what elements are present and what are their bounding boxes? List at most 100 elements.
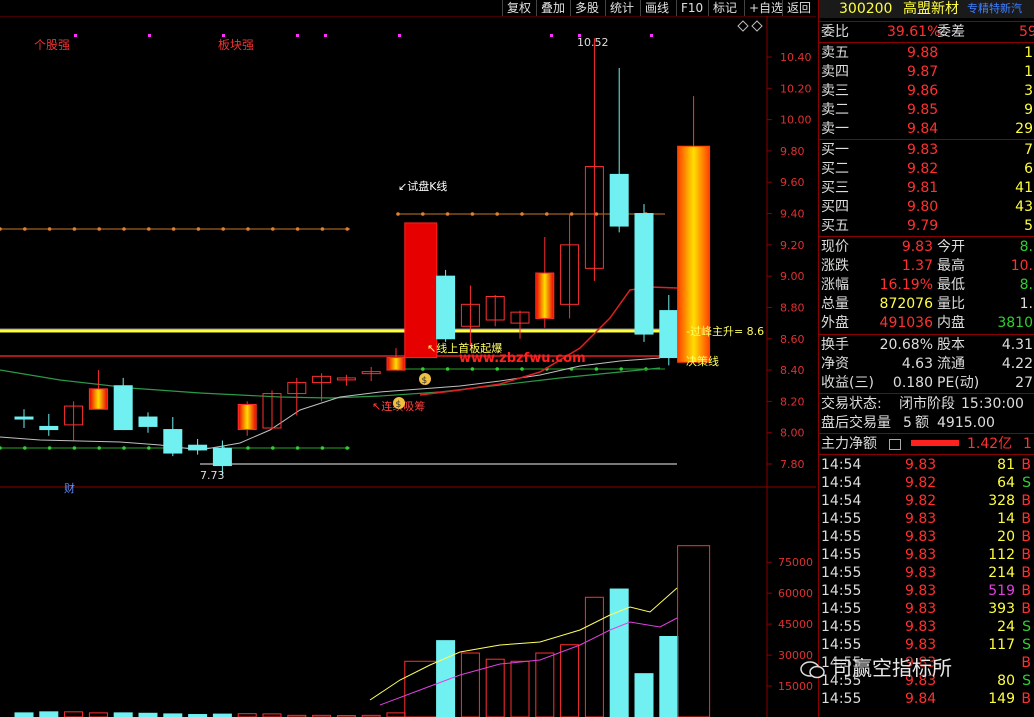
duogu-button[interactable]: 多股 (570, 0, 603, 16)
back-button[interactable]: 返回 (782, 0, 815, 16)
strength-dot (74, 34, 77, 37)
ask-label: 卖五 (821, 45, 849, 61)
tick-price: 9.82 (905, 493, 937, 509)
strength-dots (74, 34, 653, 37)
after-amt-label: 额 (915, 415, 929, 431)
tick-vol: 117 (988, 637, 1015, 653)
volume-bar (659, 636, 679, 717)
bid-row: 买二 9.82 6 (819, 160, 1034, 178)
stat-value: 0.180 (892, 375, 933, 391)
orange-dot (0, 227, 2, 231)
tick-row: 14:54 9.82 328 B (819, 492, 1034, 510)
strength-dot (650, 34, 653, 37)
stat-value: 8. (1019, 277, 1033, 293)
orange-dot (520, 212, 524, 216)
candle-body (212, 447, 232, 467)
stat-row: 现价 9.83 今开 8. (819, 238, 1034, 256)
huaxian-button[interactable]: 画线 (640, 0, 673, 16)
low-label: 7.73 (200, 469, 225, 482)
stat-row: 总量 872076 量比 1. (819, 295, 1034, 313)
tick-price: 9.83 (905, 511, 937, 527)
volume-bar (677, 545, 711, 717)
stat-value: 16.19% (879, 277, 933, 293)
ask-label: 卖三 (821, 83, 849, 99)
status-time: 15:30:00 (961, 396, 1024, 412)
cai-marker[interactable]: 财 (64, 481, 75, 495)
kline-chart[interactable]: 个股强 板块强 10.40 10.20 10.00 9.80 9.60 9.40 9.20 9… (0, 16, 816, 717)
svg-text:$: $ (422, 376, 428, 386)
bid-vol: 6 (1024, 161, 1033, 177)
tick-price: 9.83 (905, 529, 937, 545)
price-tick-label: 9.60 (780, 176, 805, 189)
tick-row: 14:55 9.83 393 B (819, 600, 1034, 618)
tick-row: 14:55 9.83 24 S (819, 618, 1034, 636)
price-tick-label: 9.20 (780, 239, 805, 252)
status-label: 交易状态: (821, 396, 882, 412)
strength-dot (296, 34, 299, 37)
fuquan-button[interactable]: 复权 (502, 0, 535, 16)
stat-label: 换手 (821, 337, 849, 353)
tick-time: 14:55 (821, 583, 862, 599)
strength-dot (550, 34, 553, 37)
chart-icon[interactable] (889, 439, 901, 450)
tick-row: 14:55 9.84 149 B (819, 690, 1034, 708)
bid-price: 9.80 (907, 199, 939, 215)
tick-vol: 80 (997, 673, 1015, 689)
tick-side: S (1022, 673, 1031, 689)
stat-value: 9.83 (901, 239, 933, 255)
orange-dot (196, 227, 201, 231)
bid-label: 买一 (821, 142, 849, 158)
orange-dot (23, 227, 27, 231)
diamond-icon[interactable] (737, 20, 749, 32)
candle-body (88, 388, 108, 410)
ask-row: 卖四 9.87 1 (819, 63, 1034, 81)
chart-toolbar: 复权 叠加 多股 统计 画线 F10 标记 +自选 返回 (0, 0, 816, 16)
stock-code: 300200 (839, 1, 893, 17)
orange-dot (147, 227, 151, 231)
stock-concept: 专精特新汽 (967, 2, 1022, 15)
diamond-icon[interactable] (751, 20, 763, 32)
bid-vol: 7 (1024, 142, 1033, 158)
tick-vol: 64 (997, 475, 1015, 491)
tick-time: 14:55 (821, 529, 862, 545)
price-tick-label: 7.80 (780, 458, 805, 471)
tick-vol: 20 (997, 529, 1015, 545)
candle-body (39, 425, 59, 431)
vol-tick-label: 15000 (778, 680, 813, 693)
diejia-button[interactable]: 叠加 (536, 0, 569, 16)
quote-panel: 300200 高盟新材 专精特新汽 委比 39.61% 委差 59 卖五 9.88… (818, 0, 1034, 717)
f10-button[interactable]: F10 (676, 0, 707, 16)
green-dot (320, 446, 325, 450)
tick-row: 14:55 9.83 112 B (819, 546, 1034, 564)
stat-row: 换手 20.68% 股本 4.31 (819, 336, 1034, 354)
bid-price: 9.79 (907, 218, 939, 234)
green-dot (470, 367, 475, 371)
ask-price: 9.88 (907, 45, 939, 61)
zhuli-tail: 1 (1023, 436, 1032, 452)
add-watchlist-button[interactable]: +自选 (744, 0, 787, 16)
biaoji-button[interactable]: 标记 (708, 0, 741, 16)
stat-label: 净资 (821, 356, 849, 372)
ask-vol: 1 (1024, 45, 1033, 61)
status-value: 闭市阶段 (899, 396, 955, 412)
price-tick-label: 8.60 (780, 333, 805, 346)
stat-label: 内盘 (937, 315, 965, 331)
green-dot (72, 446, 77, 450)
price-tick-label: 9.80 (780, 145, 805, 158)
bid-row: 买三 9.81 41 (819, 179, 1034, 197)
price-tick-label: 8.00 (780, 427, 805, 440)
orange-dot (495, 212, 500, 216)
volume-bar (584, 596, 604, 717)
tongji-button[interactable]: 统计 (605, 0, 638, 16)
candle-body (436, 275, 456, 340)
tick-vol: 24 (997, 619, 1015, 635)
tick-side: B (1021, 457, 1031, 473)
stat-row: 涨跌 1.37 最高 10. (819, 257, 1034, 275)
tick-vol: 112 (988, 547, 1015, 563)
stat-value: 27 (1015, 375, 1033, 391)
volume-bar (535, 652, 555, 717)
weibi-label: 委比 (821, 24, 849, 40)
bid-row: 买四 9.80 43 (819, 198, 1034, 216)
price-tick-label: 10.00 (780, 114, 812, 127)
high-label: 10.52 (577, 36, 609, 49)
